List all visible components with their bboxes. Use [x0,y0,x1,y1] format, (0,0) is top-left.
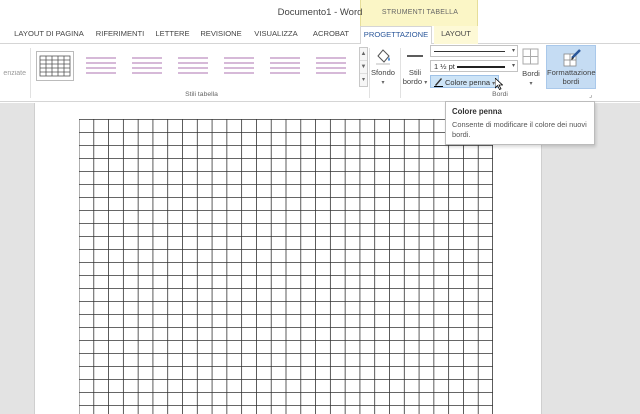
gallery-scroll[interactable]: ▲ ▼ ▾ [359,47,368,87]
borders-label: Bordi [522,69,540,78]
borders-icon [522,48,539,65]
border-styles-icon [402,46,428,68]
borders-group-label: Bordi [492,91,508,98]
tab-view[interactable]: VISUALIZZA [248,26,304,44]
paint-bucket-icon [370,46,396,68]
tab-design[interactable]: PROGETTAZIONE [360,26,432,45]
border-painter-button[interactable]: Formattazione bordi [546,45,596,89]
pen-weight-select[interactable]: 1 ½ pt ▾ [430,60,518,72]
tab-page-layout[interactable]: LAYOUT DI PAGINA [9,26,89,44]
pen-icon [434,77,443,87]
tab-review[interactable]: REVISIONE [196,26,246,44]
tooltip-title: Colore penna [452,107,502,116]
pen-style-select[interactable]: ▾ [430,45,518,57]
gallery-down-icon[interactable]: ▼ [360,61,367,74]
tooltip-description: Consente di modificare il colore dei nuo… [452,120,587,139]
border-styles-button[interactable]: Stili bordo ▾ [402,46,428,90]
border-painter-icon [562,48,582,70]
tab-mailings[interactable]: LETTERE [151,26,194,44]
table-styles-gallery [34,47,359,87]
chevron-down-icon: ▾ [511,48,515,54]
borders-button[interactable]: Bordi ▾ [518,69,544,89]
pen-weight-preview [457,66,505,68]
document-table[interactable] [79,119,493,414]
table-style-icon[interactable] [312,51,350,81]
chevron-down-icon: ▾ [529,81,533,87]
gallery-more-icon[interactable]: ▾ [360,74,367,87]
tab-references[interactable]: RIFERIMENTI [91,26,149,44]
table-style-icon[interactable] [128,51,166,81]
window-title: Documento1 - Word [277,7,363,18]
table-style-icon[interactable] [266,51,304,81]
table-style-icon[interactable] [82,51,120,81]
shading-label: Sfondo [370,68,396,77]
chevron-down-icon: ▾ [381,80,385,86]
title-bar: STRUMENTI TABELLA Documento1 - Word [0,0,640,26]
shading-button[interactable]: Sfondo ▾ [370,46,396,90]
border-styles-label-1: Stili [408,68,422,77]
tab-acrobat[interactable]: ACROBAT [306,26,356,44]
group-separator [30,48,31,98]
table-style-icon[interactable] [174,51,212,81]
styles-group-label: Stili tabella [185,91,218,98]
chevron-down-icon: ▾ [511,63,515,69]
gallery-up-icon[interactable]: ▲ [360,48,367,61]
border-painter-label: Formattazione bordi [547,68,596,86]
tab-table-layout[interactable]: LAYOUT [434,26,478,44]
border-styles-label-2: bordo ▾ [402,77,428,86]
truncated-group-label: enziate [3,70,26,77]
dialog-launcher-icon[interactable]: ⌟ [589,91,592,99]
table-style-icon[interactable] [220,51,258,81]
pen-color-button[interactable]: Colore penna ▾ [430,75,499,88]
table-style-icon[interactable] [36,51,74,81]
tooltip: Colore penna Consente di modificare il c… [445,101,595,145]
pen-style-preview [434,51,505,52]
cursor-icon [494,77,504,91]
pen-weight-value: 1 ½ pt [434,62,455,71]
ribbon-tabs: LAYOUT DI PAGINA RIFERIMENTI LETTERE REV… [0,26,640,45]
pen-color-label: Colore penna ▾ [445,78,496,87]
